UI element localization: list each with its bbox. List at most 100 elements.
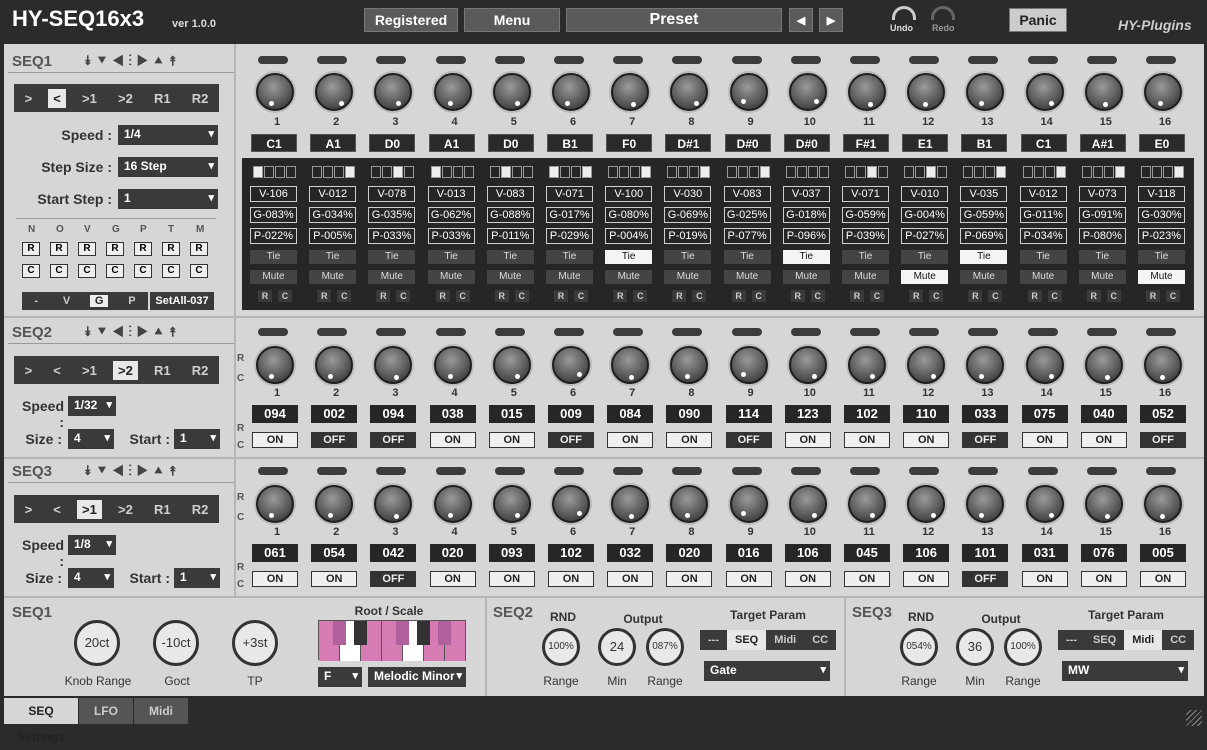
seq3-knob[interactable] <box>729 485 768 523</box>
r-button[interactable]: R <box>494 290 509 302</box>
seq2-knob[interactable] <box>256 346 294 384</box>
seq3-knob[interactable] <box>552 485 590 523</box>
tie-button[interactable]: Tie <box>1019 250 1067 264</box>
tie-button[interactable]: Tie <box>309 250 357 264</box>
seq1-mode-0[interactable]: > <box>20 89 38 108</box>
s3-tab-2[interactable]: Midi <box>1124 630 1163 650</box>
note-box[interactable]: A#1 <box>1079 134 1126 152</box>
step-flag[interactable] <box>785 166 796 178</box>
step-flag[interactable] <box>807 166 818 178</box>
step-flag[interactable] <box>878 166 888 178</box>
step-flag[interactable] <box>441 166 452 178</box>
step-flag[interactable] <box>382 166 393 178</box>
step-flag[interactable] <box>759 166 770 178</box>
gate-box[interactable]: G-018% <box>782 207 830 223</box>
velocity-box[interactable]: V-035 <box>960 186 1008 202</box>
seq1-knob[interactable] <box>374 73 413 111</box>
note-box[interactable]: A1 <box>310 134 357 152</box>
seq1-mode-5[interactable]: R2 <box>187 89 214 108</box>
resize-handle-icon[interactable] <box>1186 710 1202 726</box>
step-value[interactable]: 110 <box>903 405 950 423</box>
mute-button[interactable]: Mute <box>960 270 1008 284</box>
step-value[interactable]: 106 <box>784 544 831 562</box>
tie-button[interactable]: Tie <box>605 250 653 264</box>
note-box[interactable]: E0 <box>1139 134 1185 152</box>
knob-range-knob[interactable]: 20ct <box>74 620 120 666</box>
onoff-toggle[interactable]: OFF <box>311 432 358 448</box>
step-value[interactable]: 042 <box>370 544 417 562</box>
prob-box[interactable]: P-011% <box>486 228 534 244</box>
step-value[interactable]: 052 <box>1140 405 1186 423</box>
note-box[interactable]: E1 <box>902 134 949 152</box>
seq1-knob[interactable] <box>1025 73 1064 111</box>
note-box[interactable]: D#0 <box>783 134 830 152</box>
gate-box[interactable]: G-069% <box>664 207 712 223</box>
onoff-toggle[interactable]: ON <box>1080 432 1127 448</box>
c-button[interactable]: C <box>22 264 40 278</box>
seq1-mode-2[interactable]: >1 <box>77 89 102 108</box>
step-flag[interactable] <box>856 166 866 178</box>
mute-button[interactable]: Mute <box>250 270 297 284</box>
step-value[interactable]: 031 <box>1021 544 1068 562</box>
seq3-mode-0[interactable]: > <box>20 500 38 519</box>
tab-midi[interactable]: Midi <box>134 698 188 724</box>
tie-button[interactable]: Tie <box>1138 250 1185 264</box>
tie-button[interactable]: Tie <box>1078 250 1126 264</box>
step-flag[interactable] <box>1092 166 1103 178</box>
step-flag[interactable] <box>845 166 855 178</box>
gate-box[interactable]: G-088% <box>486 207 534 223</box>
seq2-mode-2[interactable]: >1 <box>77 361 102 380</box>
note-box[interactable]: B1 <box>961 134 1008 152</box>
prev-preset-button[interactable]: ◀ <box>789 8 813 32</box>
step-flag[interactable] <box>1141 166 1151 178</box>
s2-tab-3[interactable]: CC <box>804 630 836 650</box>
seq2-knob[interactable] <box>433 346 472 384</box>
step-flag[interactable] <box>700 166 711 178</box>
r-button[interactable]: R <box>731 290 746 302</box>
seq2-knob[interactable] <box>492 346 531 384</box>
c-button[interactable]: C <box>1047 290 1062 302</box>
onoff-toggle[interactable]: ON <box>844 432 890 448</box>
prob-box[interactable]: P-080% <box>1078 228 1126 244</box>
gate-box[interactable]: G-017% <box>546 207 593 223</box>
step-value[interactable]: 093 <box>488 544 535 562</box>
step-flag[interactable] <box>500 166 511 178</box>
velocity-box[interactable]: V-030 <box>664 186 712 202</box>
r-button[interactable]: R <box>162 242 180 256</box>
vgp-option[interactable]: - <box>29 295 43 307</box>
step-flag[interactable] <box>452 166 463 178</box>
step-flag[interactable] <box>904 166 915 178</box>
step-flag[interactable] <box>323 166 334 178</box>
step-value[interactable]: 005 <box>1140 544 1186 562</box>
tie-button[interactable]: Tie <box>723 250 771 264</box>
c-button[interactable]: C <box>162 264 180 278</box>
velocity-box[interactable]: V-073 <box>1078 186 1126 202</box>
onoff-toggle[interactable]: ON <box>607 571 654 587</box>
seq1-speed-select[interactable]: 1/4 <box>118 125 218 145</box>
seq3-size-select[interactable]: 4 <box>68 568 114 588</box>
note-box[interactable]: C1 <box>251 134 297 152</box>
c-button[interactable]: C <box>278 290 292 302</box>
step-flag[interactable] <box>796 166 807 178</box>
velocity-box[interactable]: V-012 <box>1019 186 1067 202</box>
prob-box[interactable]: P-033% <box>368 228 416 244</box>
r-button[interactable]: R <box>258 290 272 302</box>
step-value[interactable]: 061 <box>252 544 298 562</box>
seq2-knob[interactable] <box>966 346 1005 384</box>
s2-tab-2[interactable]: Midi <box>766 630 804 650</box>
step-flag[interactable] <box>1174 166 1184 178</box>
vgp-option[interactable]: G <box>89 295 109 307</box>
step-flag[interactable] <box>974 166 985 178</box>
step-value[interactable]: 075 <box>1021 405 1068 423</box>
note-box[interactable]: D0 <box>369 134 416 152</box>
prob-box[interactable]: P-023% <box>1138 228 1185 244</box>
gate-box[interactable]: G-080% <box>605 207 653 223</box>
seq1-knob[interactable] <box>1084 73 1123 111</box>
step-flag[interactable] <box>996 166 1007 178</box>
seq1-mode-4[interactable]: R1 <box>149 89 176 108</box>
step-flag[interactable] <box>1103 166 1114 178</box>
c-button[interactable]: C <box>190 264 208 278</box>
seq2-knob[interactable] <box>315 346 354 384</box>
gate-box[interactable]: G-059% <box>960 207 1008 223</box>
onoff-toggle[interactable]: ON <box>1021 432 1068 448</box>
